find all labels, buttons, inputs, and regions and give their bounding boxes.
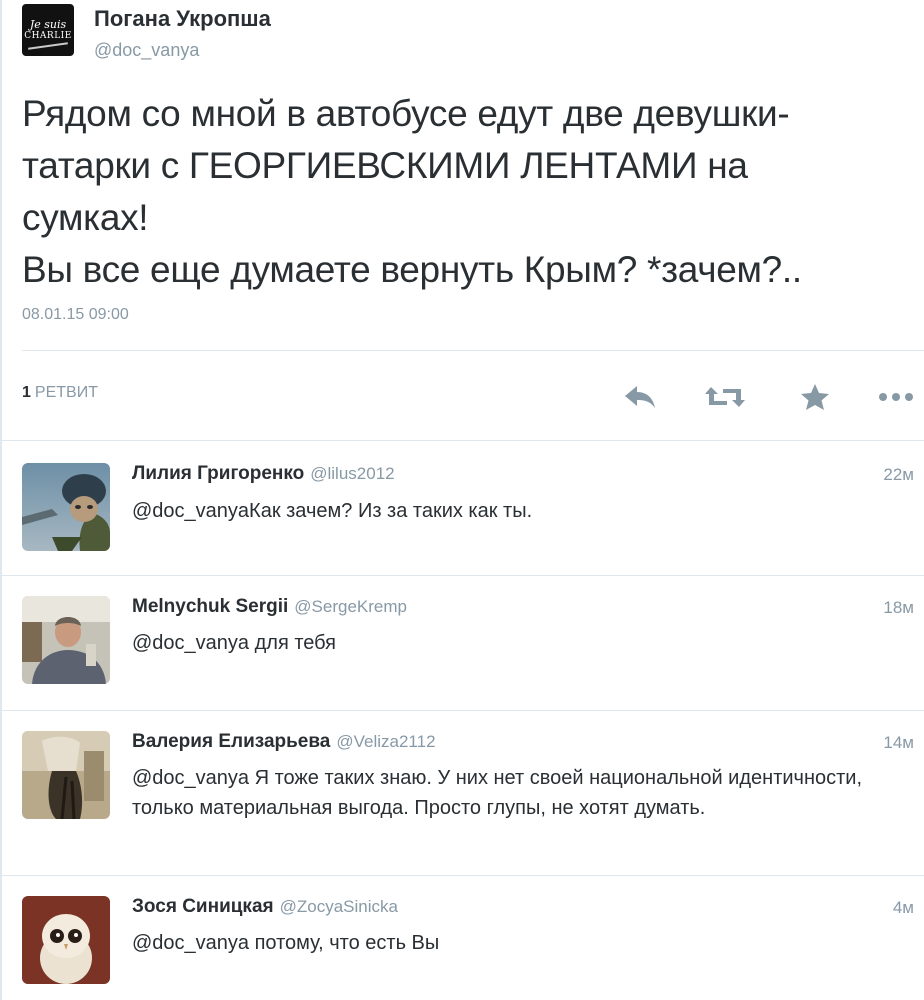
reply-text: @doc_vanyaКак зачем? Из за таких как ты.: [132, 500, 533, 522]
avatar-scribble: [28, 42, 68, 50]
tweet-header: Je suis CHARLIE Погана Укропша @doc_vany…: [22, 4, 271, 60]
tweet-actions: [0, 376, 924, 418]
reply-author-handle: @ZocyaSinicka: [279, 897, 398, 916]
reply-text: @doc_vanya потому, что есть Вы: [132, 932, 440, 954]
sepia-photo-avatar-icon: [22, 731, 110, 819]
reply-icon: [625, 386, 655, 408]
reply-author-name: Лилия Григоренко: [132, 463, 305, 484]
reply-button[interactable]: [620, 376, 660, 418]
cat-pilot-avatar-icon: [22, 463, 110, 551]
avatar-text-line1: Je suis: [29, 18, 67, 31]
author-handle[interactable]: @doc_vanya: [94, 38, 271, 62]
favorite-button[interactable]: [795, 376, 835, 418]
star-icon: [801, 384, 829, 410]
more-icon: [879, 393, 913, 401]
author-name[interactable]: Погана Укропша: [94, 6, 271, 32]
reply-author[interactable]: Валерия Елизарьева @Veliza2112: [132, 731, 436, 753]
avatar-text-line2: CHARLIE: [24, 31, 72, 41]
author-names: Погана Укропша @doc_vanya: [94, 4, 271, 62]
reply-avatar[interactable]: [22, 896, 110, 984]
reply-author-handle: @lilus2012: [310, 464, 395, 483]
reply-author-name: Валерия Елизарьева: [132, 731, 331, 752]
divider: [22, 350, 924, 351]
reply-time[interactable]: 18м: [883, 598, 914, 618]
reply-item[interactable]: Зося Синицкая @ZocyaSinicka 4м @doc_vanya…: [0, 876, 924, 1000]
reply-author[interactable]: Melnychuk Sergii @SergeKremp: [132, 596, 407, 618]
reply-time[interactable]: 14м: [883, 733, 914, 753]
reply-author-handle: @SergeKremp: [294, 597, 407, 616]
reply-time[interactable]: 4м: [893, 898, 914, 918]
author-avatar[interactable]: Je suis CHARLIE: [22, 4, 74, 56]
tweet-timestamp[interactable]: 08.01.15 09:00: [22, 306, 129, 324]
reply-author[interactable]: Зося Синицкая @ZocyaSinicka: [132, 896, 398, 918]
reply-author-name: Зося Синицкая: [132, 896, 274, 917]
more-button[interactable]: [876, 376, 916, 418]
reply-item[interactable]: Melnychuk Sergii @SergeKremp 18м @doc_van…: [0, 576, 924, 710]
reply-avatar[interactable]: [22, 463, 110, 551]
reply-text: @doc_vanya Я тоже таких знаю. У них нет …: [132, 767, 862, 819]
owl-avatar-icon: [22, 896, 110, 984]
retweet-icon: [705, 387, 745, 407]
retweet-button[interactable]: [705, 376, 745, 418]
man-photo-avatar-icon: [22, 596, 110, 684]
reply-avatar[interactable]: [22, 731, 110, 819]
reply-item[interactable]: Валерия Елизарьева @Veliza2112 14м @doc_v…: [0, 711, 924, 875]
tweet-text: Рядом со мной в автобусе едут две девушк…: [22, 93, 802, 290]
reply-time[interactable]: 22м: [883, 465, 914, 485]
reply-author[interactable]: Лилия Григоренко @lilus2012: [132, 463, 395, 485]
reply-author-handle: @Veliza2112: [336, 732, 436, 751]
reply-avatar[interactable]: [22, 596, 110, 684]
reply-text: @doc_vanya для тебя: [132, 632, 337, 654]
reply-item[interactable]: Лилия Григоренко @lilus2012 22м @doc_vany…: [0, 441, 924, 575]
reply-author-name: Melnychuk Sergii: [132, 596, 289, 617]
